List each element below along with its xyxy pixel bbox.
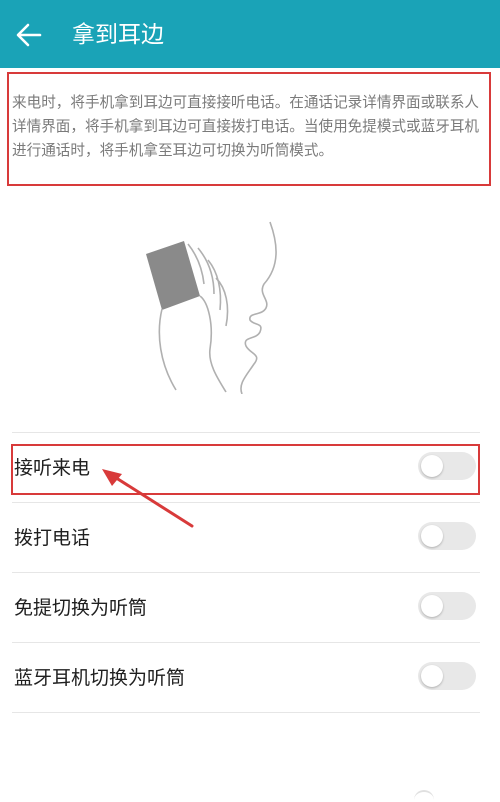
make-calls-toggle[interactable] — [418, 522, 476, 550]
setting-label: 蓝牙耳机切换为听筒 — [14, 667, 186, 689]
annotation-highlight-answer-calls — [11, 444, 480, 495]
annotation-arrow-icon — [102, 469, 194, 528]
setting-label: 免提切换为听筒 — [14, 597, 148, 619]
annotation-highlight-description — [7, 72, 491, 186]
speaker-to-earpiece-toggle[interactable] — [418, 592, 476, 620]
setting-row-bluetooth-to-earpiece[interactable]: 蓝牙耳机切换为听筒 — [12, 643, 480, 712]
phone-to-ear-illustration — [146, 221, 277, 394]
divider — [12, 712, 480, 713]
app-bar: 拿到耳边 — [0, 0, 500, 68]
partially-hidden-row — [70, 788, 130, 800]
setting-row-make-calls[interactable]: 拨打电话 — [12, 503, 480, 572]
back-arrow-icon[interactable] — [14, 20, 44, 50]
setting-row-speaker-to-earpiece[interactable]: 免提切换为听筒 — [12, 573, 480, 642]
page-title: 拿到耳边 — [72, 22, 164, 48]
partially-hidden-toggle — [414, 790, 434, 802]
toggle-knob — [421, 665, 443, 687]
toggle-knob — [421, 525, 443, 547]
setting-label: 拨打电话 — [14, 527, 91, 549]
bluetooth-to-earpiece-toggle[interactable] — [418, 662, 476, 690]
toggle-knob — [421, 595, 443, 617]
